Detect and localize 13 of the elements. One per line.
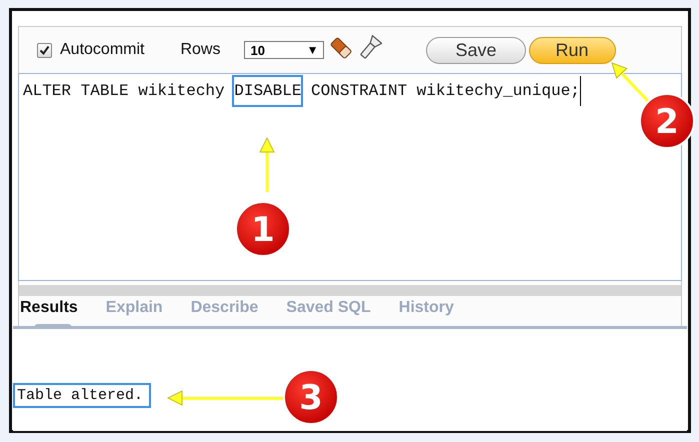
rows-dropdown[interactable]: 10 ▼ (244, 41, 324, 59)
step-badge: 3 (283, 369, 339, 425)
autocommit-label: Autocommit (60, 41, 144, 59)
step-badge: 2 (639, 93, 695, 149)
autocommit-checkbox[interactable] (37, 42, 52, 58)
step-badge: 1 (235, 201, 291, 257)
result-message: Table altered. (13, 383, 152, 408)
arrow (259, 137, 275, 192)
run-button[interactable]: Run (528, 36, 616, 64)
save-button[interactable]: Save (426, 36, 526, 64)
sql-code: ALTER TABLE wikitechy DISABLE CONSTRAINT wikitechy_unique; (21, 76, 581, 106)
arrow (611, 62, 650, 102)
rows-label: Rows (180, 41, 220, 59)
